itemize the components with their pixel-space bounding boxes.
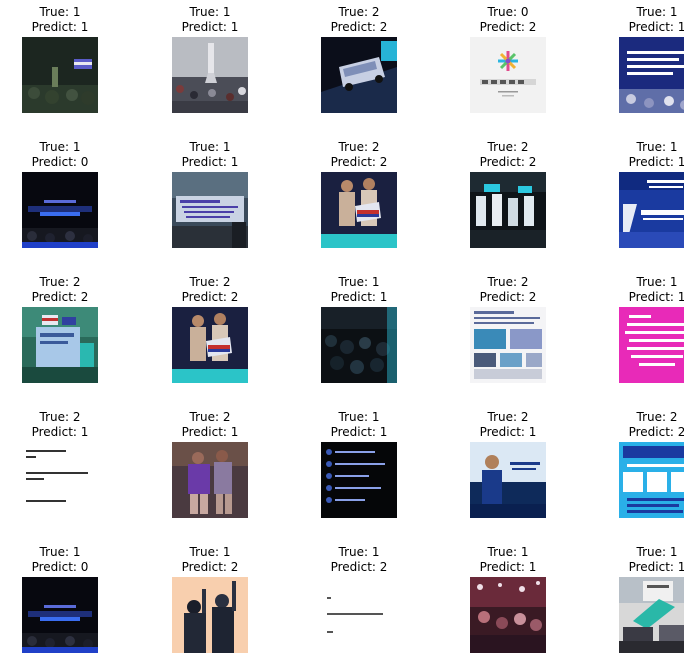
- thumbnail-image: [619, 307, 684, 383]
- thumbnail-image: [619, 442, 684, 518]
- true-label: True: 1: [39, 140, 81, 154]
- thumbnail-image: [22, 172, 98, 248]
- predict-label: Predict: 2: [330, 155, 388, 169]
- thumbnail-image: [22, 577, 98, 653]
- predict-label: Predict: 1: [181, 425, 239, 439]
- thumbnail-image: [321, 172, 397, 248]
- thumbnail-image: [172, 577, 248, 653]
- thumbnail-image: [470, 37, 546, 113]
- predict-label: Predict: 1: [181, 155, 239, 169]
- predict-label: Predict: 2: [479, 20, 537, 34]
- thumbnail-image: [172, 37, 248, 113]
- predict-label: Predict: 1: [330, 425, 388, 439]
- true-label: True: 0: [487, 5, 529, 19]
- predict-label: Predict: 2: [181, 290, 239, 304]
- thumbnail-image: [321, 577, 397, 653]
- thumbnail-image: [470, 577, 546, 653]
- true-label: True: 2: [636, 410, 678, 424]
- predict-label: Predict: 1: [31, 425, 89, 439]
- predict-label: Predict: 0: [31, 560, 89, 574]
- true-label: True: 2: [189, 410, 231, 424]
- true-label: True: 1: [39, 5, 81, 19]
- predict-label: Predict: 1: [628, 20, 684, 34]
- true-label: True: 1: [189, 5, 231, 19]
- true-label: True: 1: [338, 410, 380, 424]
- thumbnail-image: [22, 442, 98, 518]
- true-label: True: 1: [338, 545, 380, 559]
- predict-label: Predict: 1: [181, 20, 239, 34]
- true-label: True: 1: [636, 275, 678, 289]
- predict-label: Predict: 1: [479, 560, 537, 574]
- true-label: True: 2: [189, 275, 231, 289]
- thumbnail-image: [470, 307, 546, 383]
- thumbnail-image: [321, 307, 397, 383]
- thumbnail-image: [321, 37, 397, 113]
- thumbnail-image: [470, 442, 546, 518]
- true-label: True: 2: [338, 140, 380, 154]
- true-label: True: 2: [487, 275, 529, 289]
- thumbnail-image: [172, 307, 248, 383]
- thumbnail-image: [22, 307, 98, 383]
- predict-label: Predict: 1: [628, 290, 684, 304]
- true-label: True: 1: [338, 275, 380, 289]
- true-label: True: 1: [39, 545, 81, 559]
- thumbnail-image: [321, 442, 397, 518]
- predict-label: Predict: 2: [181, 560, 239, 574]
- predict-label: Predict: 2: [628, 425, 684, 439]
- true-label: True: 1: [636, 545, 678, 559]
- thumbnail-image: [619, 172, 684, 248]
- thumbnail-image: [172, 172, 248, 248]
- true-label: True: 1: [487, 545, 529, 559]
- thumbnail-image: [172, 442, 248, 518]
- thumbnail-image: [22, 37, 98, 113]
- predict-label: Predict: 2: [479, 155, 537, 169]
- true-label: True: 2: [39, 275, 81, 289]
- true-label: True: 1: [189, 545, 231, 559]
- predict-label: Predict: 2: [479, 290, 537, 304]
- predict-label: Predict: 1: [479, 425, 537, 439]
- true-label: True: 2: [39, 410, 81, 424]
- predict-label: Predict: 2: [330, 560, 388, 574]
- true-label: True: 1: [636, 5, 678, 19]
- true-label: True: 1: [189, 140, 231, 154]
- true-label: True: 2: [338, 5, 380, 19]
- predict-label: Predict: 0: [31, 155, 89, 169]
- predict-label: Predict: 1: [628, 560, 684, 574]
- thumbnail-image: [619, 577, 684, 653]
- predict-label: Predict: 1: [31, 20, 89, 34]
- predict-label: Predict: 2: [330, 20, 388, 34]
- predict-label: Predict: 1: [628, 155, 684, 169]
- predict-label: Predict: 2: [31, 290, 89, 304]
- true-label: True: 2: [487, 410, 529, 424]
- true-label: True: 1: [636, 140, 678, 154]
- predict-label: Predict: 1: [330, 290, 388, 304]
- thumbnail-image: [470, 172, 546, 248]
- true-label: True: 2: [487, 140, 529, 154]
- thumbnail-image: [619, 37, 684, 113]
